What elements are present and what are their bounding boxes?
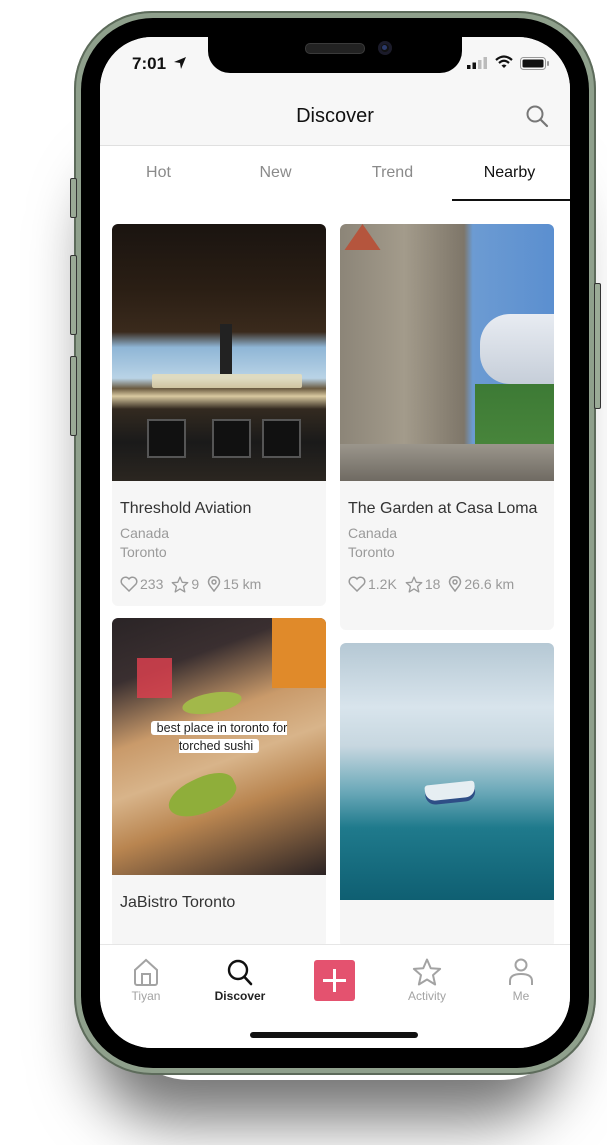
search-icon xyxy=(227,959,253,986)
create-post-button[interactable] xyxy=(314,960,355,1001)
nav-header: Discover xyxy=(100,87,570,146)
place-country: Canada xyxy=(120,525,170,541)
wifi-icon xyxy=(495,55,513,68)
plus-icon xyxy=(323,969,346,992)
status-time: 7:01 xyxy=(132,54,167,73)
photo-caption: best place in toronto for torched sushi xyxy=(139,719,299,755)
tab-new[interactable]: New xyxy=(217,164,334,182)
distance-value: 26.6 km xyxy=(464,576,515,592)
tabbar-item-activity[interactable]: Activity xyxy=(387,957,467,1003)
category-tabs: Hot New Trend Nearby xyxy=(100,146,570,202)
cellular-signal-icon xyxy=(467,57,487,69)
likes-stat[interactable]: 1.2K xyxy=(348,576,397,592)
waterfall-boat-photo xyxy=(340,643,554,900)
home-icon xyxy=(134,958,158,986)
active-tab-indicator xyxy=(452,199,570,201)
torched-sushi-photo: best place in toronto for torched sushi xyxy=(112,618,326,875)
star-icon xyxy=(171,575,189,593)
phone-screen: 7:01 Discover Hot New Trend Nearby Thres… xyxy=(100,37,570,1048)
tabbar-label: Activity xyxy=(407,989,446,1003)
stars-stat[interactable]: 9 xyxy=(171,575,200,593)
place-stats: 233 9 15 km xyxy=(120,574,318,594)
place-name: JaBistro Toronto xyxy=(120,894,236,911)
tabbar-item-tiyan[interactable]: Tiyan xyxy=(106,957,186,1003)
search-icon[interactable] xyxy=(525,104,549,128)
page-title: Discover xyxy=(296,105,374,127)
volume-up-button xyxy=(70,255,77,335)
distance-stat: 26.6 km xyxy=(448,576,514,592)
likes-stat[interactable]: 233 xyxy=(120,576,163,592)
front-camera xyxy=(378,41,392,55)
stars-count: 18 xyxy=(424,576,441,592)
tabbar-label: Discover xyxy=(214,989,266,1003)
location-arrow-icon xyxy=(174,57,186,69)
likes-count: 1.2K xyxy=(368,576,397,592)
star-icon xyxy=(405,575,423,593)
tabbar-label: Tiyan xyxy=(131,989,161,1003)
notch xyxy=(208,37,462,73)
heart-icon xyxy=(120,576,138,592)
mute-switch xyxy=(70,178,77,218)
place-card[interactable]: The Garden at Casa Loma Canada Toronto 1… xyxy=(340,224,554,630)
battery-icon xyxy=(520,57,549,70)
tab-trend[interactable]: Trend xyxy=(334,164,451,182)
place-city: Toronto xyxy=(348,544,395,560)
volume-down-button xyxy=(70,356,77,436)
place-card[interactable] xyxy=(340,643,554,944)
place-card[interactable]: Threshold Aviation Canada Toronto 233 9 … xyxy=(112,224,326,606)
home-indicator[interactable] xyxy=(250,1032,418,1038)
tabbar-item-discover[interactable]: Discover xyxy=(200,957,280,1003)
place-country: Canada xyxy=(348,525,398,541)
stars-stat[interactable]: 18 xyxy=(405,575,441,593)
place-city: Toronto xyxy=(120,544,167,560)
tabbar-item-me[interactable]: Me xyxy=(481,957,561,1003)
castle-photo xyxy=(340,224,554,481)
person-icon xyxy=(509,958,533,985)
map-pin-icon xyxy=(449,576,462,592)
places-feed[interactable]: Threshold Aviation Canada Toronto 233 9 … xyxy=(100,202,570,944)
tab-hot[interactable]: Hot xyxy=(100,164,217,182)
place-card[interactable]: best place in toronto for torched sushi … xyxy=(112,618,326,944)
distance-value: 15 km xyxy=(223,576,262,592)
tabbar-label: Me xyxy=(512,989,530,1003)
distance-stat: 15 km xyxy=(207,576,261,592)
place-name: The Garden at Casa Loma xyxy=(348,500,538,517)
star-icon xyxy=(412,958,442,986)
cockpit-photo xyxy=(112,224,326,481)
stars-count: 9 xyxy=(191,576,200,592)
likes-count: 233 xyxy=(140,576,164,592)
place-stats: 1.2K 18 26.6 km xyxy=(348,574,546,594)
map-pin-icon xyxy=(207,576,221,592)
tab-nearby[interactable]: Nearby xyxy=(451,164,568,182)
speaker-grille xyxy=(305,43,365,54)
power-button xyxy=(594,283,601,409)
heart-icon xyxy=(348,576,366,592)
place-name: Threshold Aviation xyxy=(120,500,252,517)
